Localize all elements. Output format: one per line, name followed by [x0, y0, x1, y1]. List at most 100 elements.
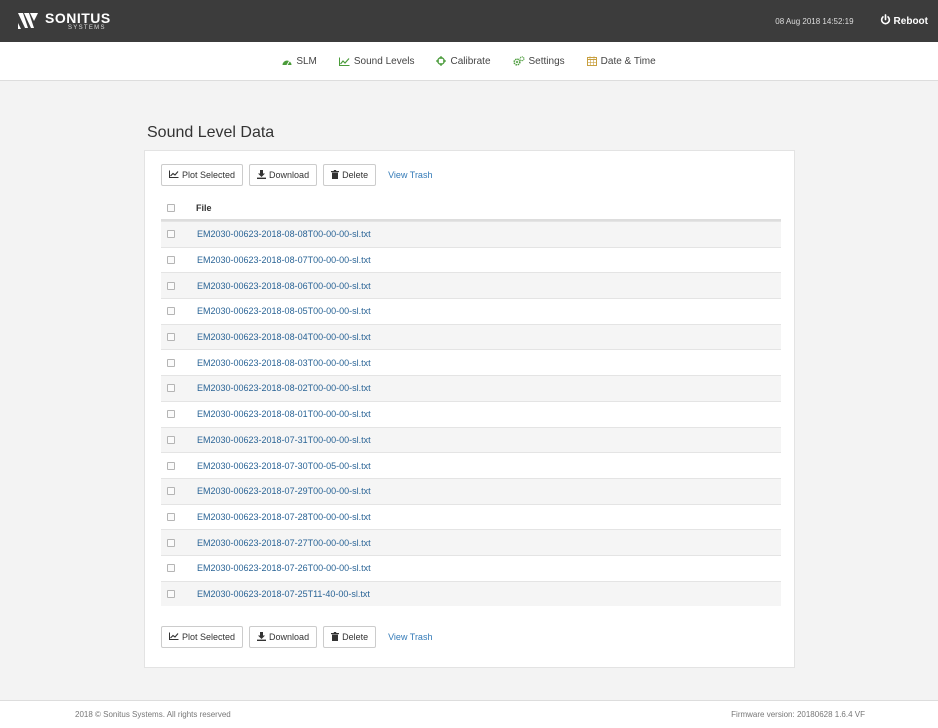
row-checkbox[interactable]: [167, 230, 175, 239]
nav-label-date-time: Date & Time: [600, 55, 656, 67]
brand-subtitle: SYSTEMS: [68, 25, 106, 31]
main-nav: SLM Sound Levels Calibrate Settings Date…: [0, 42, 938, 81]
reboot-label: Reboot: [893, 15, 928, 27]
table-row: EM2030-00623-2018-08-04T00-00-00-sl.txt: [161, 323, 781, 350]
file-link[interactable]: EM2030-00623-2018-08-07T00-00-00-sl.txt: [197, 255, 371, 265]
table-row: EM2030-00623-2018-07-30T00-05-00-sl.txt: [161, 452, 781, 478]
plot-selected-label: Plot Selected: [182, 632, 236, 642]
line-chart-icon: [169, 170, 182, 180]
dashboard-icon: [282, 57, 292, 66]
reboot-button[interactable]: Reboot: [880, 14, 928, 28]
table-row: EM2030-00623-2018-08-02T00-00-00-sl.txt: [161, 375, 781, 401]
file-link[interactable]: EM2030-00623-2018-07-26T00-00-00-sl.txt: [197, 563, 371, 573]
row-checkbox[interactable]: [167, 307, 175, 316]
cogs-icon: [512, 56, 525, 66]
file-link[interactable]: EM2030-00623-2018-08-01T00-00-00-sl.txt: [197, 409, 371, 419]
plot-selected-button-bottom[interactable]: Plot Selected: [161, 626, 244, 648]
download-icon: [257, 169, 269, 181]
page-title: Sound Level Data: [147, 124, 275, 141]
select-all-checkbox[interactable]: [167, 204, 175, 212]
table-header: File: [161, 197, 781, 221]
footer: 2018 © Sonitus Systems. All rights reser…: [0, 700, 938, 728]
delete-label: Delete: [342, 632, 369, 642]
table-row: EM2030-00623-2018-08-07T00-00-00-sl.txt: [161, 246, 781, 273]
crosshairs-icon: [436, 56, 447, 66]
view-trash-link[interactable]: View Trash: [388, 170, 432, 180]
plot-selected-button[interactable]: Plot Selected: [161, 164, 244, 186]
nav-label-slm: SLM: [296, 55, 317, 67]
row-checkbox[interactable]: [167, 435, 175, 444]
file-link[interactable]: EM2030-00623-2018-08-02T00-00-00-sl.txt: [197, 383, 371, 393]
table-row: EM2030-00623-2018-08-03T00-00-00-sl.txt: [161, 349, 781, 375]
table-row: EM2030-00623-2018-07-26T00-00-00-sl.txt: [161, 554, 781, 581]
sonitus-logo[interactable]: SONITUS SYSTEMS: [17, 11, 111, 31]
row-checkbox[interactable]: [167, 487, 175, 496]
firmware-version: Firmware version: 20180628 1.6.4 VF: [731, 710, 865, 719]
top-bar: SONITUS SYSTEMS 08 Aug 2018 14:52:19 Reb…: [0, 0, 938, 42]
toolbar-top: Plot Selected Download Delete View Trash: [161, 164, 432, 186]
row-checkbox[interactable]: [167, 589, 175, 598]
file-link[interactable]: EM2030-00623-2018-07-28T00-00-00-sl.txt: [197, 512, 371, 522]
trash-icon: [331, 169, 342, 181]
nav-item-date-time[interactable]: Date & Time: [586, 55, 656, 67]
copyright-text: 2018 © Sonitus Systems. All rights reser…: [75, 710, 231, 719]
nav-item-slm[interactable]: SLM: [282, 56, 317, 67]
nav-label-settings: Settings: [528, 55, 565, 67]
row-checkbox[interactable]: [167, 358, 175, 367]
table-row: EM2030-00623-2018-07-31T00-00-00-sl.txt: [161, 426, 781, 453]
file-link[interactable]: EM2030-00623-2018-08-06T00-00-00-sl.txt: [197, 281, 371, 291]
row-checkbox[interactable]: [167, 333, 175, 342]
table-row: EM2030-00623-2018-08-01T00-00-00-sl.txt: [161, 400, 781, 427]
table-row: EM2030-00623-2018-07-27T00-00-00-sl.txt: [161, 529, 781, 555]
view-trash-link-bottom[interactable]: View Trash: [388, 632, 432, 642]
nav-label-calibrate: Calibrate: [450, 55, 491, 67]
row-checkbox[interactable]: [167, 564, 175, 573]
nav-label-sound-levels: Sound Levels: [353, 55, 415, 67]
nav-item-settings[interactable]: Settings: [512, 55, 565, 67]
table-row: EM2030-00623-2018-07-29T00-00-00-sl.txt: [161, 477, 781, 504]
table-row: EM2030-00623-2018-07-28T00-00-00-sl.txt: [161, 503, 781, 530]
delete-button-bottom[interactable]: Delete: [323, 626, 377, 648]
row-checkbox[interactable]: [167, 512, 175, 521]
row-checkbox[interactable]: [167, 410, 175, 419]
table-row: EM2030-00623-2018-07-25T11-40-00-sl.txt: [161, 580, 781, 607]
line-chart-icon: [338, 57, 350, 66]
line-chart-icon: [169, 632, 182, 642]
calendar-icon: [586, 56, 597, 66]
download-button-bottom[interactable]: Download: [249, 626, 318, 648]
file-link[interactable]: EM2030-00623-2018-08-05T00-00-00-sl.txt: [197, 306, 371, 316]
current-datetime: 08 Aug 2018 14:52:19: [775, 16, 854, 26]
file-link[interactable]: EM2030-00623-2018-07-30T00-05-00-sl.txt: [197, 461, 371, 471]
table-row: EM2030-00623-2018-08-08T00-00-00-sl.txt: [161, 221, 781, 247]
row-checkbox[interactable]: [167, 281, 175, 290]
nav-item-calibrate[interactable]: Calibrate: [436, 55, 491, 67]
file-link[interactable]: EM2030-00623-2018-07-27T00-00-00-sl.txt: [197, 538, 371, 548]
delete-label: Delete: [342, 170, 369, 180]
row-checkbox[interactable]: [167, 384, 175, 393]
power-icon: [880, 14, 894, 28]
plot-selected-label: Plot Selected: [182, 170, 236, 180]
row-checkbox[interactable]: [167, 461, 175, 470]
file-link[interactable]: EM2030-00623-2018-08-04T00-00-00-sl.txt: [197, 332, 371, 342]
file-link[interactable]: EM2030-00623-2018-07-31T00-00-00-sl.txt: [197, 435, 371, 445]
row-checkbox[interactable]: [167, 538, 175, 547]
row-checkbox[interactable]: [167, 256, 175, 265]
download-label: Download: [269, 632, 310, 642]
table-row: EM2030-00623-2018-08-06T00-00-00-sl.txt: [161, 272, 781, 299]
file-link[interactable]: EM2030-00623-2018-07-25T11-40-00-sl.txt: [197, 589, 370, 599]
file-column-header: File: [196, 203, 212, 213]
download-button[interactable]: Download: [249, 164, 318, 186]
toolbar-bottom: Plot Selected Download Delete View Trash: [161, 626, 432, 648]
file-link[interactable]: EM2030-00623-2018-08-08T00-00-00-sl.txt: [197, 229, 371, 239]
table-row: EM2030-00623-2018-08-05T00-00-00-sl.txt: [161, 298, 781, 324]
delete-button[interactable]: Delete: [323, 164, 377, 186]
sound-level-data-panel: Plot Selected Download Delete View Trash…: [144, 150, 795, 668]
trash-icon: [331, 631, 342, 643]
file-table: File EM2030-00623-2018-08-08T00-00-00-sl…: [161, 197, 781, 607]
sonitus-logo-icon: [17, 11, 39, 31]
download-icon: [257, 631, 269, 643]
file-link[interactable]: EM2030-00623-2018-07-29T00-00-00-sl.txt: [197, 486, 371, 496]
file-link[interactable]: EM2030-00623-2018-08-03T00-00-00-sl.txt: [197, 358, 371, 368]
nav-item-sound-levels[interactable]: Sound Levels: [338, 55, 415, 67]
download-label: Download: [269, 170, 310, 180]
